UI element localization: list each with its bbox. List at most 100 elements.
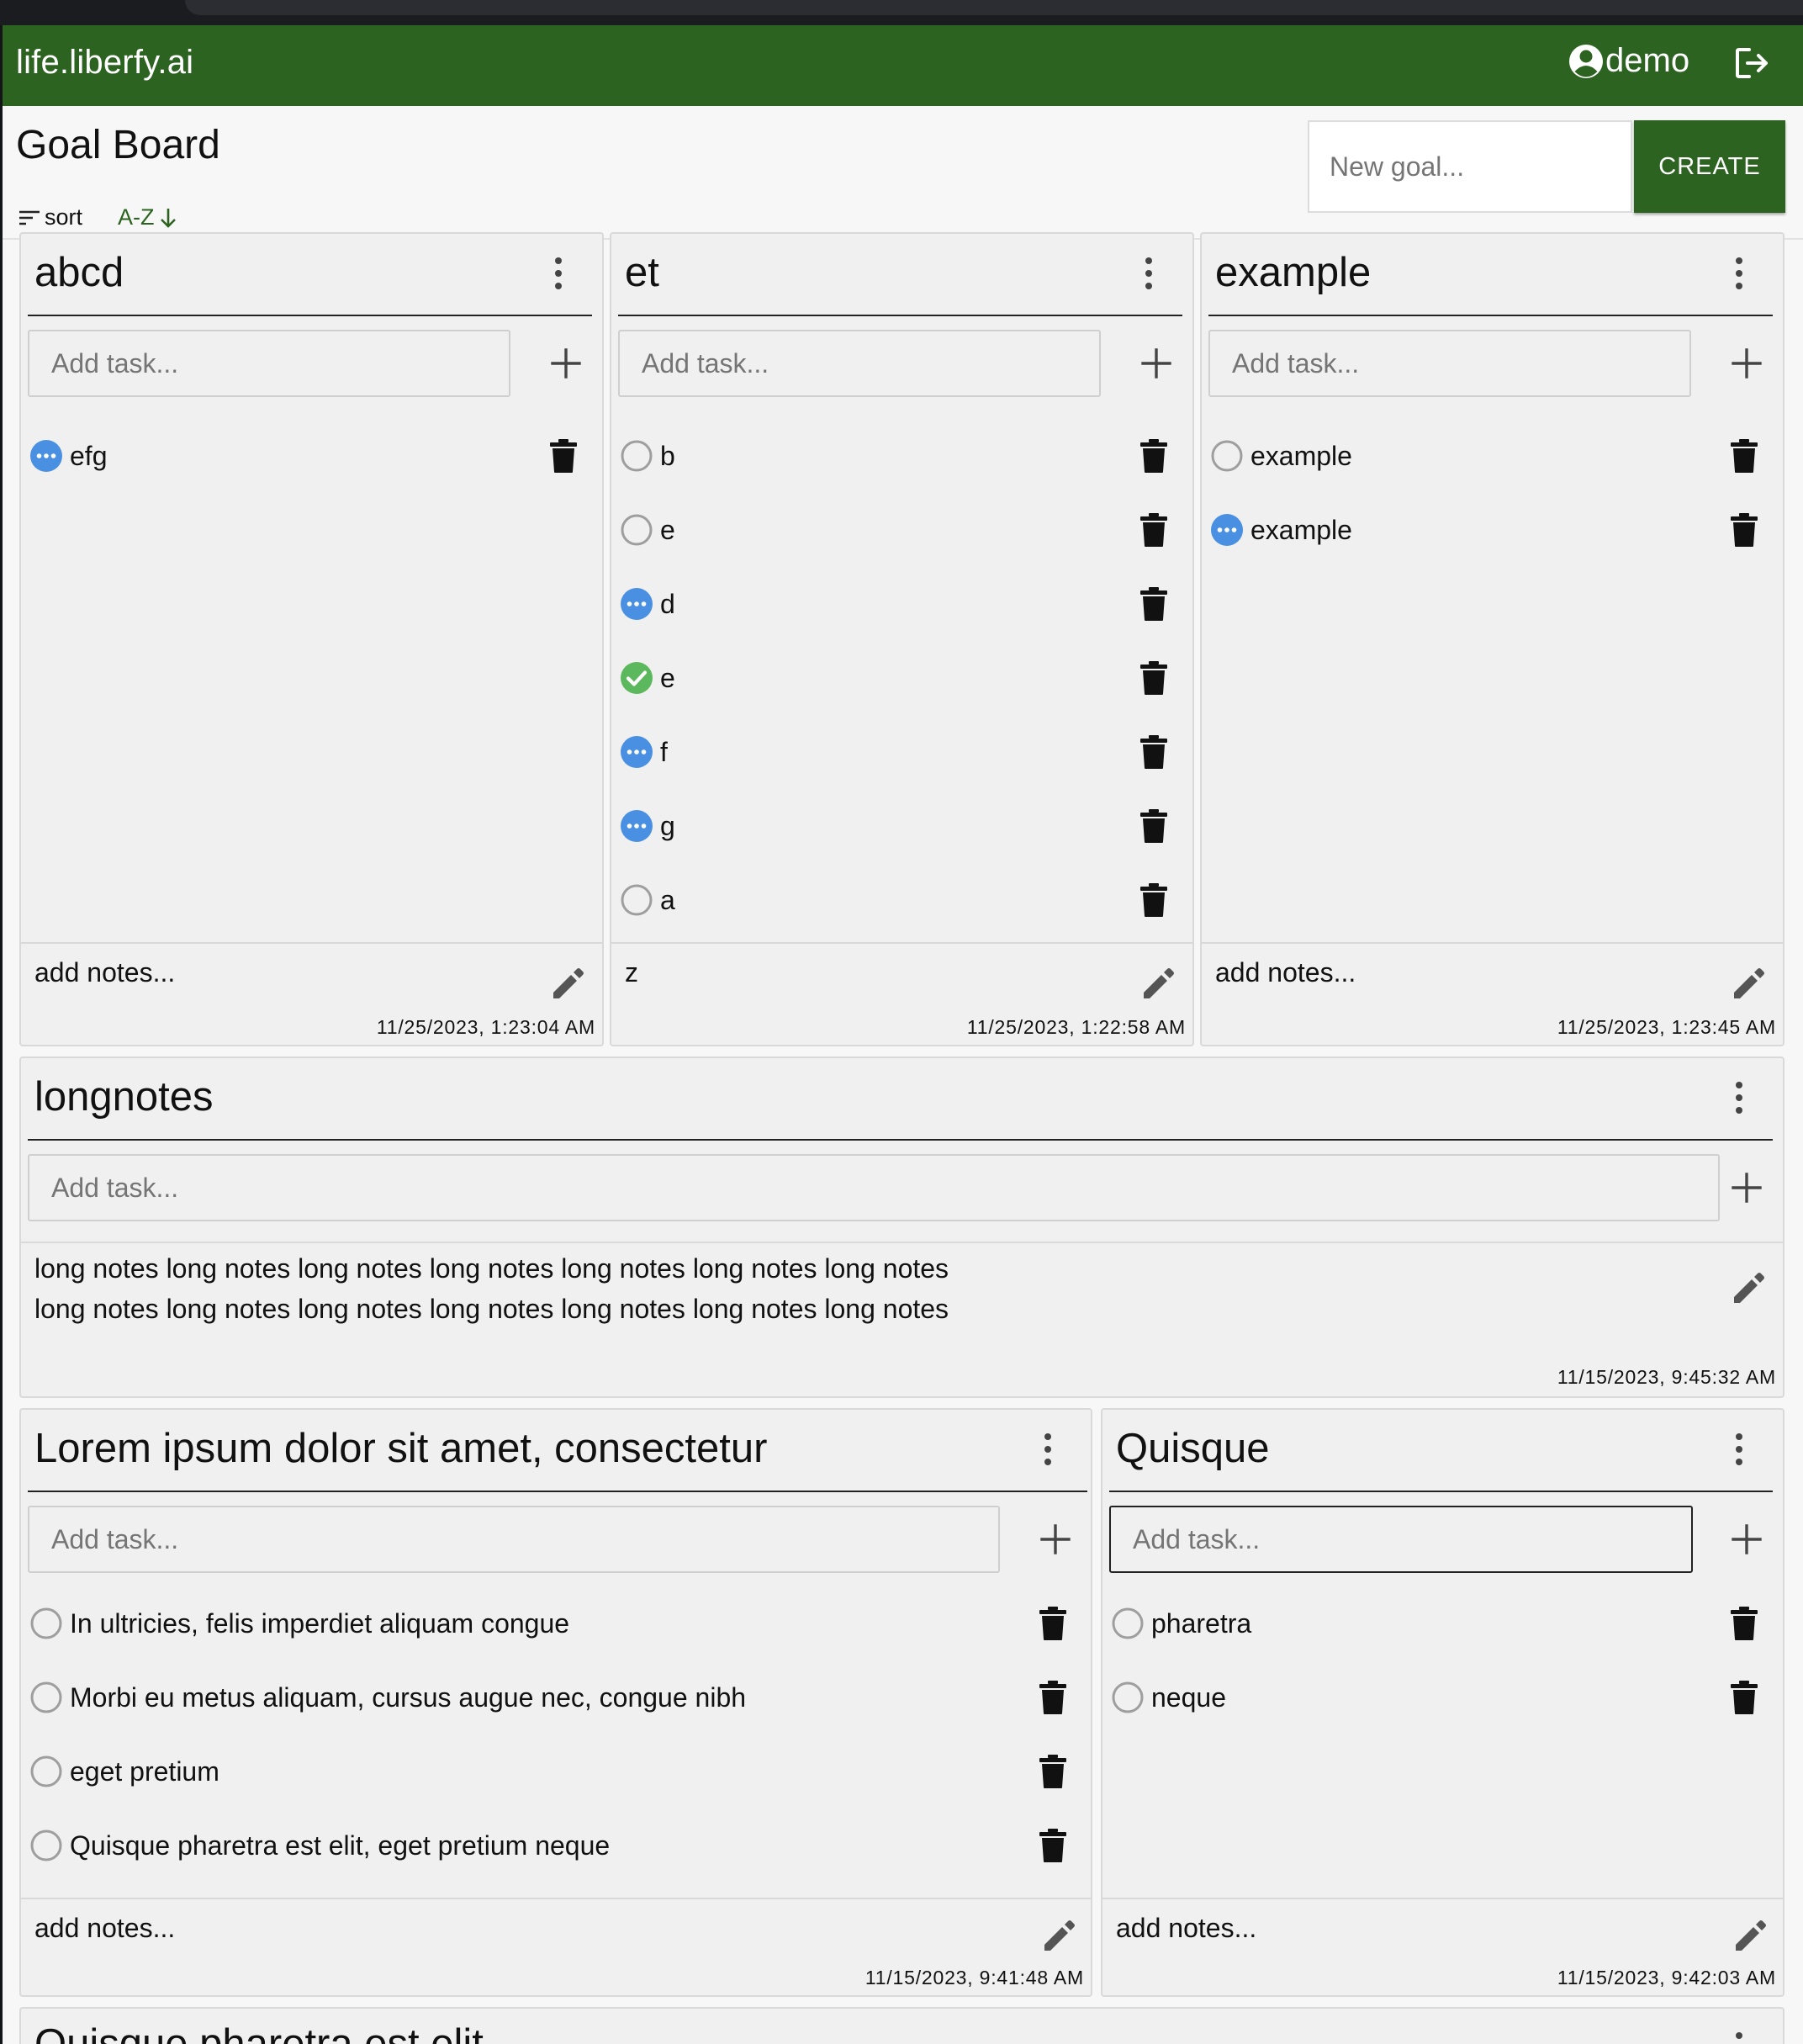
status-todo-icon[interactable] (29, 1829, 63, 1862)
task-item[interactable]: eget pretium (29, 1746, 219, 1797)
edit-notes-pencil-icon[interactable] (1139, 964, 1178, 1003)
more-vert-icon[interactable] (1725, 252, 1753, 294)
add-task-plus-icon[interactable] (1726, 1519, 1767, 1559)
task-item[interactable]: a (620, 875, 675, 925)
task-item[interactable]: Quisque pharetra est elit, eget pretium … (29, 1820, 610, 1871)
delete-task-trash-icon[interactable] (1039, 1754, 1067, 1789)
more-vert-icon[interactable] (1134, 252, 1163, 294)
add-task-plus-icon[interactable] (1726, 343, 1767, 384)
goal-title[interactable]: example (1215, 249, 1371, 296)
more-vert-icon[interactable] (1034, 1428, 1062, 1470)
logout-icon[interactable] (1731, 42, 1773, 84)
add-task-plus-icon[interactable] (546, 343, 586, 384)
delete-task-trash-icon[interactable] (1139, 734, 1168, 770)
delete-task-trash-icon[interactable] (549, 438, 578, 474)
username: demo (1605, 42, 1690, 79)
app-window: life.liberfy.ai demo Goal Board sort A-Z (3, 25, 1803, 2044)
task-label: eget pretium (70, 1755, 219, 1787)
user-menu[interactable]: demo (1568, 42, 1689, 80)
task-item[interactable]: example (1210, 431, 1352, 481)
status-todo-icon[interactable] (29, 1607, 63, 1640)
task-item[interactable]: e (620, 505, 675, 555)
task-item[interactable]: e (620, 653, 675, 703)
delete-task-trash-icon[interactable] (1139, 882, 1168, 918)
edit-notes-pencil-icon[interactable] (1040, 1916, 1079, 1955)
status-todo-icon[interactable] (1111, 1607, 1145, 1640)
brand-link[interactable]: life.liberfy.ai (16, 44, 193, 82)
status-in-progress-icon[interactable] (620, 587, 653, 621)
status-todo-icon[interactable] (620, 883, 653, 917)
delete-task-trash-icon[interactable] (1730, 512, 1758, 548)
notes-line: long notes long notes long notes long no… (34, 1253, 949, 1284)
task-item[interactable]: efg (29, 431, 107, 481)
status-todo-icon[interactable] (1210, 439, 1244, 473)
task-item[interactable]: f (620, 727, 668, 777)
task-item[interactable]: example (1210, 505, 1352, 555)
task-item[interactable]: pharetra (1111, 1598, 1251, 1649)
task-item[interactable]: b (620, 431, 675, 481)
status-todo-icon[interactable] (1111, 1681, 1145, 1714)
task-item[interactable]: g (620, 801, 675, 851)
status-in-progress-icon[interactable] (29, 439, 63, 473)
status-todo-icon[interactable] (29, 1681, 63, 1714)
delete-task-trash-icon[interactable] (1039, 1828, 1067, 1863)
add-task-plus-icon[interactable] (1035, 1519, 1076, 1559)
title-rule (618, 315, 1182, 316)
status-todo-icon[interactable] (29, 1755, 63, 1788)
sort-icon (19, 210, 40, 225)
goal-title[interactable]: Quisque (1116, 1425, 1270, 1472)
more-vert-icon[interactable] (544, 252, 573, 294)
delete-task-trash-icon[interactable] (1730, 438, 1758, 474)
delete-task-trash-icon[interactable] (1139, 660, 1168, 696)
status-in-progress-icon[interactable] (1210, 513, 1244, 547)
more-vert-icon[interactable] (1725, 1077, 1753, 1119)
add-task-plus-icon[interactable] (1726, 1168, 1767, 1208)
goal-timestamp: 11/15/2023, 9:45:32 AM (1557, 1366, 1776, 1388)
create-goal-button[interactable]: CREATE (1634, 120, 1785, 213)
sort-control[interactable]: sort A-Z (18, 204, 178, 230)
edit-notes-pencil-icon[interactable] (549, 964, 588, 1003)
goal-card: abcd efg add notes... 11/25/2023, 1:23:0… (19, 232, 604, 1046)
edit-notes-pencil-icon[interactable] (1730, 1268, 1769, 1307)
more-vert-icon[interactable] (1725, 2027, 1753, 2044)
add-task-plus-icon[interactable] (1136, 343, 1176, 384)
status-in-progress-icon[interactable] (620, 735, 653, 769)
task-item[interactable]: neque (1111, 1672, 1226, 1723)
status-todo-icon[interactable] (620, 513, 653, 547)
task-label: e (660, 662, 675, 693)
add-task-input[interactable] (28, 1154, 1720, 1221)
status-todo-icon[interactable] (620, 439, 653, 473)
edit-notes-pencil-icon[interactable] (1730, 964, 1769, 1003)
new-goal-input[interactable] (1308, 120, 1632, 213)
task-label: neque (1151, 1681, 1226, 1713)
goal-card: longnotes long notes long notes long not… (19, 1056, 1784, 1398)
delete-task-trash-icon[interactable] (1139, 438, 1168, 474)
status-done-check-icon[interactable] (620, 661, 653, 695)
task-item[interactable]: Morbi eu metus aliquam, cursus augue nec… (29, 1672, 746, 1723)
delete-task-trash-icon[interactable] (1039, 1606, 1067, 1641)
more-vert-icon[interactable] (1725, 1428, 1753, 1470)
add-task-input[interactable] (28, 330, 510, 397)
goal-notes: add notes... (34, 1913, 176, 1943)
status-in-progress-icon[interactable] (620, 809, 653, 843)
add-task-input[interactable] (1109, 1506, 1693, 1573)
account-circle-icon (1569, 44, 1603, 78)
delete-task-trash-icon[interactable] (1139, 512, 1168, 548)
task-item[interactable]: d (620, 579, 675, 629)
edit-notes-pencil-icon[interactable] (1732, 1916, 1770, 1955)
delete-task-trash-icon[interactable] (1730, 1606, 1758, 1641)
goal-title[interactable]: longnotes (34, 1073, 214, 1120)
delete-task-trash-icon[interactable] (1139, 808, 1168, 844)
sort-direction-toggle[interactable]: A-Z (118, 204, 178, 230)
delete-task-trash-icon[interactable] (1730, 1680, 1758, 1715)
add-task-input[interactable] (28, 1506, 1000, 1573)
goal-title[interactable]: Quisque pharetra est elit, (34, 2020, 494, 2044)
add-task-input[interactable] (618, 330, 1101, 397)
task-item[interactable]: In ultricies, felis imperdiet aliquam co… (29, 1598, 569, 1649)
goal-title[interactable]: et (625, 249, 659, 296)
goal-title[interactable]: abcd (34, 249, 124, 296)
add-task-input[interactable] (1208, 330, 1691, 397)
goal-title[interactable]: Lorem ipsum dolor sit amet, consectetur (34, 1425, 767, 1472)
delete-task-trash-icon[interactable] (1139, 586, 1168, 622)
delete-task-trash-icon[interactable] (1039, 1680, 1067, 1715)
